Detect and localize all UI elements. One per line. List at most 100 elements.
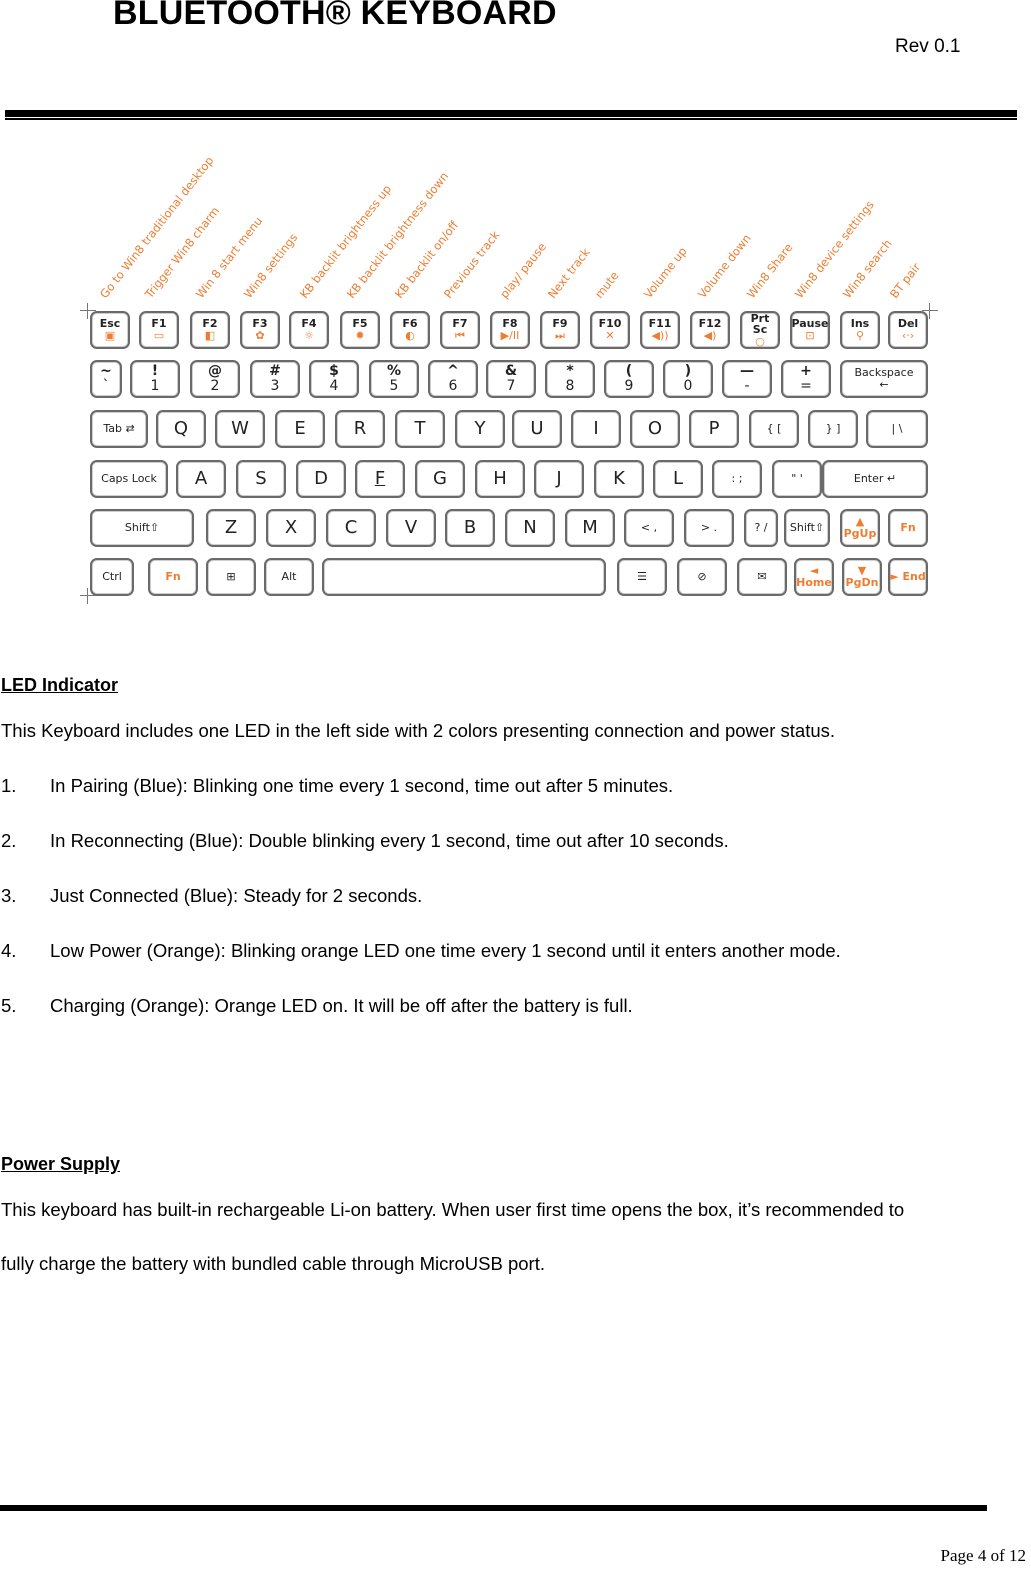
key: ? / [744,509,778,547]
key-fn-icon: ⊡ [805,329,815,342]
alt-key: Alt [264,558,314,596]
key-label: Caps Lock [101,472,157,486]
key-fn-icon: ✹ [355,329,365,342]
function-key: F10 ✕ [590,311,630,349]
key-fn-icon: ▣ [104,329,116,342]
key: B [445,509,495,547]
number-key: @2 [190,360,240,398]
key-top-label: ^ [447,363,459,380]
key-label: " ' [791,472,803,486]
key: N [505,509,555,547]
fn-key: Fn [148,558,198,596]
key-fn-icon: ‹·› [901,329,915,342]
led-list-item: 1. In Pairing (Blue): Blinking one time e… [1,775,673,797]
shift-key: Shift⇧ [784,509,830,547]
key-bottom-label: 2 [210,378,220,394]
key-fn-icon: ☼ [304,329,314,342]
letter-key: A [176,460,226,498]
key-bottom-label: 1 [150,378,160,394]
key-fn-icon: ○ [755,334,765,348]
key-label: ▲ PgUp [843,515,877,540]
key-label: J [556,467,562,489]
power-text-line2: fully charge the battery with bundled ca… [1,1253,545,1274]
key-label: R [353,417,367,439]
function-key: Del ‹·› [888,311,928,349]
letter-key: J [534,460,584,498]
key-fn-icon: ✕ [605,329,615,342]
key-label: } ] [825,422,841,436]
key-label: I [593,417,599,439]
function-key: F4 ☼ [289,311,329,349]
key: Z [206,509,256,547]
number-key: — - [722,360,772,398]
letter-key: U [512,410,562,448]
key: V [386,509,436,547]
key-label: < , [640,521,658,535]
menu-key: ☰ [617,558,667,596]
key-fn-icon: ✿ [255,329,265,342]
key-label: W [231,417,249,439]
footer-divider [0,1505,987,1511]
led-intro: This Keyboard includes one LED in the le… [1,720,836,741]
home-key: ◄ Home [794,558,834,596]
key-top-label: & [504,363,518,380]
function-key: F3 ✿ [240,311,280,349]
led-heading: LED Indicator [1,675,119,695]
key-fn-icon: ◧ [204,329,216,342]
key-label: Tab ⇄ [103,422,135,436]
key: ▲ PgUp [840,509,880,547]
key-bottom-label: ← [879,378,889,391]
list-number: 1. [1,775,17,796]
letter-key: : ; [712,460,762,498]
letter-key: F [355,460,405,498]
key-label: Alt [281,570,297,584]
letter-key: W [215,410,265,448]
function-key: F6 ◐ [390,311,430,349]
key-label: X [284,516,298,538]
key-fn-icon: ◀) [703,329,717,342]
list-number: 5. [1,995,17,1016]
key-label: Enter ↵ [853,472,897,486]
ctrl-key: Ctrl [90,558,134,596]
letter-key: D [296,460,346,498]
key-label: Fn [900,521,916,535]
key-top-label: + [800,363,812,380]
key-bottom-label: 8 [565,378,575,394]
number-key: * 8 [545,360,595,398]
number-key: & 7 [486,360,536,398]
key-label: K [613,467,625,489]
key-label: T [414,417,426,439]
key-bottom-label: 5 [389,378,399,394]
key-top-label: ) [684,363,692,380]
key-fn-icon: ◀)) [651,329,669,342]
shift-key: Shift⇧ [90,509,194,547]
key-label: G [433,467,447,489]
function-key: F9 ⏭ [540,311,580,349]
function-key-label: BT pair [886,260,924,301]
key-top-label: ~ [100,363,112,380]
key-label: Z [224,516,238,538]
key-bottom-label: ` [102,378,110,394]
key-bottom-label: - [744,378,750,394]
key-label: L [672,467,684,489]
key-label: Shift⇧ [789,521,825,535]
key-label: ⊞ [226,570,236,584]
key-bottom-label: 9 [624,378,634,394]
key-fn-icon: ▭ [153,329,165,342]
led-list-item: 5. Charging (Orange): Orange LED on. It w… [1,995,633,1017]
function-key: F1 ▭ [139,311,179,349]
letter-key: E [275,410,325,448]
list-text: In Reconnecting (Blue): Double blinking … [50,830,729,851]
number-key: ^ 6 [428,360,478,398]
number-key: % 5 [369,360,419,398]
key-top-label: — [740,363,754,380]
function-key: F12 ◀) [690,311,730,349]
number-key: (9 [604,360,654,398]
key-fn-icon: ⏭ [555,329,565,342]
function-key: F7 ⏮ [440,311,480,349]
browser-key: ⊘ [677,558,727,596]
letter-key: H [475,460,525,498]
key-label: N [523,516,537,538]
letter-key: Q [156,410,206,448]
letter-key: R [335,410,385,448]
